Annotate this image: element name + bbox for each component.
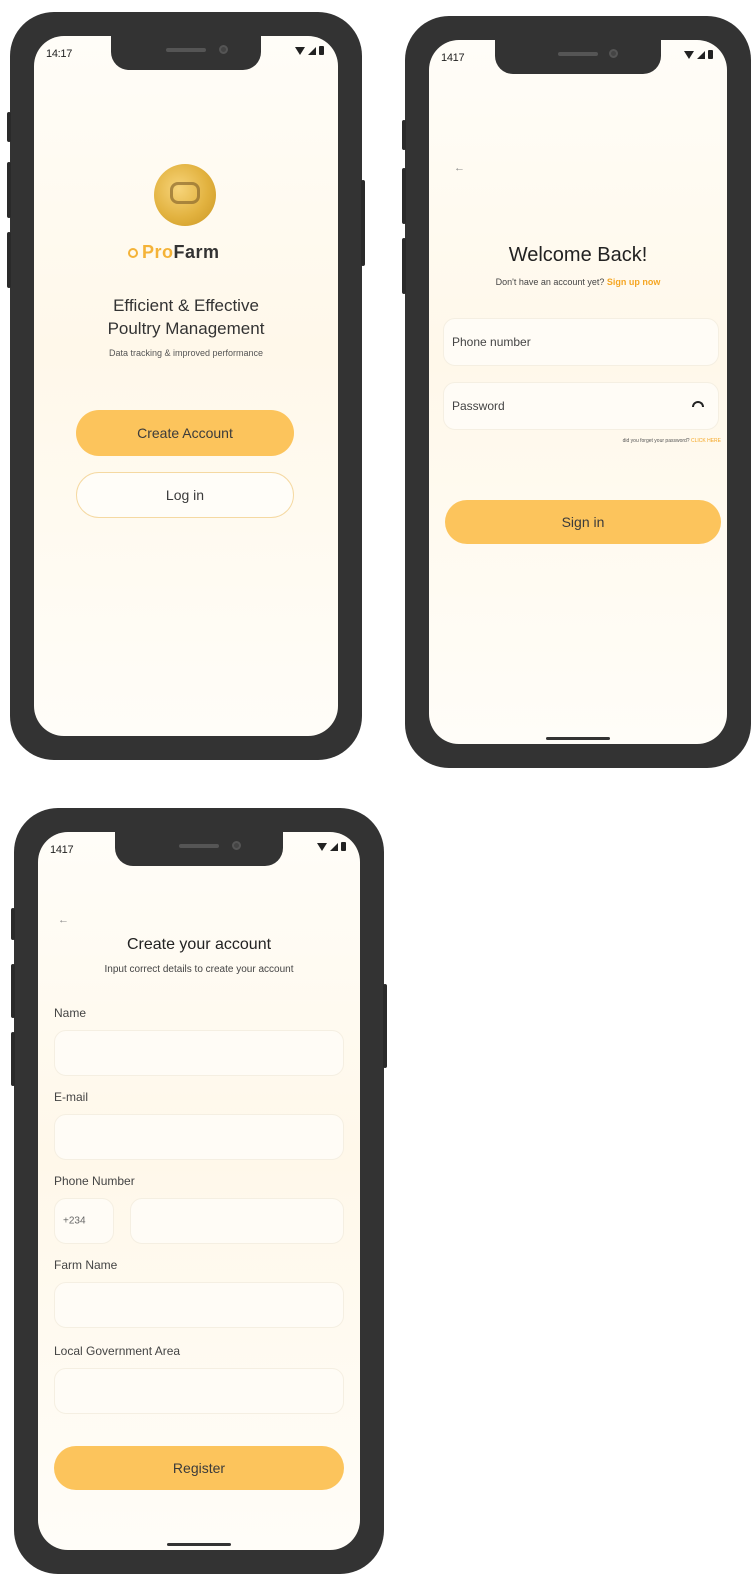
volume-up-button <box>7 112 11 142</box>
farm-name-input[interactable] <box>54 1282 344 1328</box>
camera-icon <box>219 45 228 54</box>
notch <box>495 40 661 74</box>
phone-number-placeholder: Phone number <box>452 335 531 349</box>
forgot-text: did you forget your password? <box>622 438 690 444</box>
home-indicator <box>546 737 610 740</box>
camera-icon <box>232 841 241 850</box>
email-input[interactable] <box>54 1114 344 1160</box>
password-input[interactable]: Password <box>443 382 719 430</box>
phone-number-input[interactable] <box>130 1198 344 1244</box>
volume-down-button <box>402 168 406 224</box>
lga-label: Local Government Area <box>54 1344 181 1358</box>
battery-icon <box>708 50 713 59</box>
welcome-title: Welcome Back! <box>508 244 648 266</box>
logo-icon <box>154 164 216 226</box>
speaker <box>179 844 219 848</box>
side-button <box>361 180 365 266</box>
create-account-title: Create your account <box>126 936 272 953</box>
signal-icon <box>330 842 338 851</box>
farm-name-label: Farm Name <box>54 1258 118 1272</box>
status-icons <box>317 842 346 851</box>
status-icons <box>295 46 324 55</box>
headline: Efficient & Effective Poultry Management <box>34 294 338 340</box>
speaker <box>558 52 598 56</box>
notch <box>115 832 283 866</box>
forgot-password: did you forget your password? CLICK HERE <box>623 438 721 444</box>
wifi-icon <box>317 842 327 851</box>
create-account-button[interactable]: Create Account <box>76 410 294 456</box>
mute-button <box>402 238 406 294</box>
sign-in-button[interactable]: Sign in <box>445 500 721 544</box>
mute-button <box>7 232 11 288</box>
back-arrow-icon[interactable]: ← <box>58 914 69 926</box>
brand-name: ProFarm <box>128 242 220 263</box>
signal-icon <box>697 50 705 59</box>
battery-icon <box>319 46 324 55</box>
camera-icon <box>609 49 618 58</box>
register-button[interactable]: Register <box>54 1446 344 1490</box>
brand-ring-icon <box>128 248 138 259</box>
back-arrow-icon[interactable]: ← <box>454 162 465 174</box>
phone-number-input[interactable]: Phone number <box>443 318 719 366</box>
mute-button <box>11 1032 15 1086</box>
click-here-link[interactable]: CLICK HERE <box>691 438 721 444</box>
status-icons <box>684 50 713 59</box>
password-placeholder: Password <box>452 399 505 413</box>
create-account-subtitle: Input correct details to create your acc… <box>104 964 294 975</box>
eye-icon[interactable] <box>692 401 704 407</box>
signup-link[interactable]: Sign up now <box>607 277 661 287</box>
login-button[interactable]: Log in <box>76 472 294 518</box>
status-time: 1417 <box>441 52 465 64</box>
no-account-text: Don't have an account yet? <box>495 277 605 287</box>
battery-icon <box>341 842 346 851</box>
country-code-value: +234 <box>63 1215 86 1227</box>
wifi-icon <box>684 50 694 59</box>
volume-down-button <box>11 964 15 1018</box>
phone-frame-login: 1417 ← Welcome Back! Don't have an accou… <box>402 16 751 768</box>
lga-input[interactable] <box>54 1368 344 1414</box>
notch <box>111 36 261 70</box>
email-label: E-mail <box>54 1090 89 1104</box>
volume-up-button <box>11 908 15 940</box>
headline-line-1: Efficient & Effective <box>113 296 259 315</box>
status-time: 14:17 <box>46 48 73 60</box>
volume-down-button <box>7 162 11 218</box>
home-indicator <box>167 1543 231 1546</box>
volume-up-button <box>402 120 406 150</box>
phone-frame-register: 1417 ← Create your account Input correct… <box>11 808 387 1574</box>
speaker <box>166 48 206 52</box>
signal-icon <box>308 46 316 55</box>
side-button <box>383 984 387 1068</box>
login-screen: 1417 ← Welcome Back! Don't have an accou… <box>429 40 727 744</box>
welcome-screen: 14:17 ProFarm Efficient & Effective Poul… <box>34 36 338 736</box>
signup-prompt: Don't have an account yet? Sign up now <box>429 277 727 287</box>
name-label: Name <box>54 1006 87 1020</box>
register-screen: 1417 ← Create your account Input correct… <box>38 832 360 1550</box>
headline-line-2: Poultry Management <box>107 319 265 338</box>
subtitle: Data tracking & improved performance <box>108 348 264 358</box>
status-time: 1417 <box>50 844 74 856</box>
phone-number-label: Phone Number <box>54 1174 135 1188</box>
phone-frame-welcome: 14:17 ProFarm Efficient & Effective Poul… <box>7 12 365 760</box>
country-code-input[interactable]: +234 <box>54 1198 114 1244</box>
name-input[interactable] <box>54 1030 344 1076</box>
wifi-icon <box>295 46 305 55</box>
